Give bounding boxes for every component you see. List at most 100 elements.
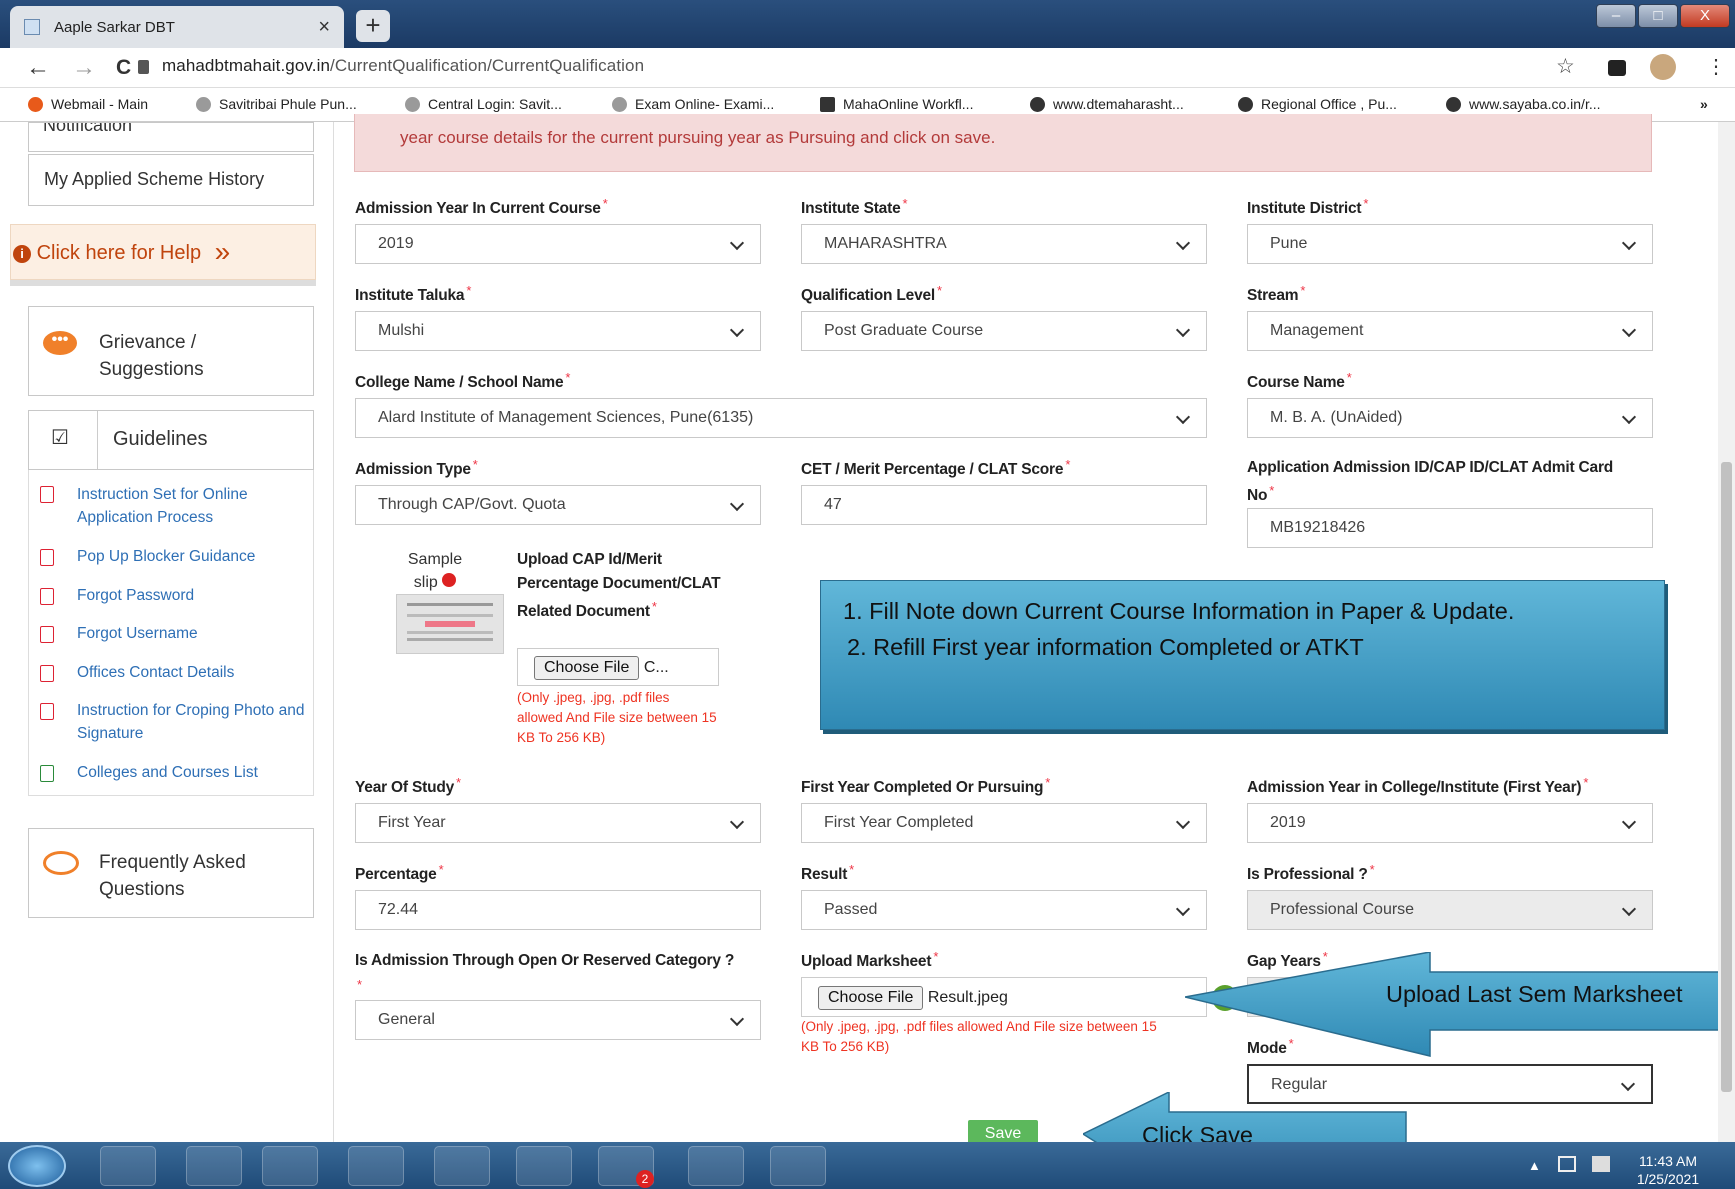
professional-select[interactable]: Professional Course <box>1247 890 1653 930</box>
close-window-button[interactable]: X <box>1680 4 1730 28</box>
ie-icon[interactable] <box>100 1146 156 1186</box>
bookmarks-overflow-button[interactable]: » <box>1700 96 1708 112</box>
chrome-icon[interactable] <box>434 1146 490 1186</box>
bookmark-item[interactable]: Webmail - Main <box>28 96 148 112</box>
marksheet-file-input[interactable]: Choose File Result.jpeg <box>801 977 1207 1017</box>
pdf-icon <box>40 626 54 643</box>
clock[interactable]: 11:43 AM 1/25/2021 <box>1630 1152 1706 1188</box>
forward-button[interactable]: → <box>72 54 96 82</box>
guideline-link[interactable]: Forgot Password <box>77 584 307 607</box>
taskbar <box>0 1142 1735 1189</box>
chrome-icon[interactable] <box>516 1146 572 1186</box>
bookmark-item[interactable]: www.sayaba.co.in/r... <box>1446 96 1601 112</box>
network-icon[interactable] <box>1558 1156 1576 1172</box>
scrollbar-thumb[interactable] <box>1721 462 1732 1092</box>
course-select[interactable]: M. B. A. (UnAided) <box>1247 398 1653 438</box>
first-year-admission-select[interactable]: 2019 <box>1247 803 1653 843</box>
page-favicon-icon <box>24 19 40 35</box>
qualification-level-select[interactable]: Post Graduate Course <box>801 311 1207 351</box>
upload-callout-text: Upload Last Sem Marksheet <box>1386 981 1683 1007</box>
grievance-label: Grievance / Suggestions <box>99 332 204 380</box>
field-label: Admission Year in College/Institute (Fir… <box>1247 775 1589 796</box>
institute-state-select[interactable]: MAHARASHTRA <box>801 224 1207 264</box>
stream-select[interactable]: Management <box>1247 311 1653 351</box>
field-label: College Name / School Name * <box>355 370 571 391</box>
chevron-down-icon <box>442 573 457 587</box>
guideline-link[interactable]: Instruction for Croping Photo and Signat… <box>77 699 317 745</box>
sidebar-item-notification[interactable]: Notification <box>28 122 314 152</box>
choose-file-button[interactable]: Choose File <box>818 986 924 1010</box>
menu-icon[interactable]: ⋮ <box>1706 54 1726 79</box>
profile-avatar[interactable] <box>1650 54 1676 80</box>
reload-button[interactable]: C <box>116 56 131 80</box>
new-tab-button[interactable]: + <box>356 10 390 42</box>
admission-type-select[interactable]: Through CAP/Govt. Quota <box>355 485 761 525</box>
browser-tab[interactable]: Aaple Sarkar DBT × <box>10 6 344 48</box>
guideline-link[interactable]: Pop Up Blocker Guidance <box>77 545 307 568</box>
start-button[interactable] <box>8 1145 66 1187</box>
double-chevron-icon: » <box>214 236 231 267</box>
info-icon: i <box>13 245 31 263</box>
tab-close-icon[interactable]: × <box>318 16 330 39</box>
year-of-study-select[interactable]: First Year <box>355 803 761 843</box>
powerpoint-icon[interactable] <box>770 1146 826 1186</box>
field-label: Institute State * <box>801 196 908 217</box>
application-id-input[interactable]: MB19218426 <box>1247 508 1653 548</box>
lock-icon[interactable] <box>138 60 149 74</box>
pdf-icon <box>40 588 54 605</box>
institute-taluka-select[interactable]: Mulshi <box>355 311 761 351</box>
field-label: Admission Type * <box>355 457 478 478</box>
speech-bubble-icon <box>43 851 79 875</box>
help-link[interactable]: i Click here for Help » <box>10 224 316 280</box>
college-select[interactable]: Alard Institute of Management Sciences, … <box>355 398 1207 438</box>
star-icon[interactable]: ☆ <box>1556 54 1575 79</box>
admission-year-select[interactable]: 2019 <box>355 224 761 264</box>
minimize-button[interactable]: – <box>1596 4 1636 28</box>
maximize-button[interactable]: □ <box>1638 4 1678 28</box>
bookmark-item[interactable]: MahaOnline Workfl... <box>820 96 973 112</box>
guideline-link[interactable]: Colleges and Courses List <box>77 761 307 784</box>
first-year-status-select[interactable]: First Year Completed <box>801 803 1207 843</box>
institute-district-select[interactable]: Pune <box>1247 224 1653 264</box>
faq-box[interactable]: Frequently Asked Questions <box>28 828 314 918</box>
guideline-link[interactable]: Offices Contact Details <box>77 661 307 684</box>
field-label: Qualification Level * <box>801 283 942 304</box>
field-label: Institute Taluka * <box>355 283 472 304</box>
choose-file-button[interactable]: Choose File <box>534 656 640 680</box>
folder-icon[interactable] <box>186 1146 242 1186</box>
sidebar-item-applied-history[interactable]: My Applied Scheme History <box>28 154 314 206</box>
cap-file-input[interactable]: Choose File C... <box>517 648 719 686</box>
action-center-icon[interactable] <box>1592 1156 1610 1172</box>
sample-slip-image[interactable] <box>396 594 504 654</box>
bookmark-item[interactable]: Exam Online- Exami... <box>612 96 774 112</box>
guideline-link[interactable]: Instruction Set for Online Application P… <box>77 483 307 529</box>
instruction-callout: 1. Fill Note down Current Course Informa… <box>820 580 1665 730</box>
media-player-icon[interactable] <box>262 1146 318 1186</box>
divider <box>10 280 316 286</box>
firefox-icon[interactable] <box>348 1146 404 1186</box>
bookmark-item[interactable]: Regional Office , Pu... <box>1238 96 1397 112</box>
bookmark-item[interactable]: Savitribai Phule Pun... <box>196 96 357 112</box>
word-icon[interactable] <box>688 1146 744 1186</box>
field-label: Application Admission ID/CAP ID/CLAT Adm… <box>1247 459 1614 504</box>
tab-title: Aaple Sarkar DBT <box>54 18 175 36</box>
bookmark-item[interactable]: www.dtemaharasht... <box>1030 96 1184 112</box>
field-label: Course Name * <box>1247 370 1352 391</box>
percentage-input[interactable]: 72.44 <box>355 890 761 930</box>
guideline-link[interactable]: Forgot Username <box>77 622 307 645</box>
grievance-box[interactable]: ••• Grievance / Suggestions <box>28 306 314 396</box>
url-field[interactable]: mahadbtmahait.gov.in/CurrentQualificatio… <box>162 56 644 76</box>
extension-icon[interactable] <box>1608 60 1626 76</box>
category-select[interactable]: General <box>355 1000 761 1040</box>
cet-input[interactable]: 47 <box>801 485 1207 525</box>
tray-expand-icon[interactable]: ▲ <box>1528 1158 1541 1173</box>
scrollbar[interactable] <box>1718 122 1735 1142</box>
help-label: Click here for Help <box>36 242 202 264</box>
sample-slip-label[interactable]: Sample slip <box>400 548 470 594</box>
bookmark-item[interactable]: Central Login: Savit... <box>405 96 562 112</box>
back-button[interactable]: ← <box>26 54 50 82</box>
result-select[interactable]: Passed <box>801 890 1207 930</box>
file-hint: (Only .jpeg, .jpg, .pdf files allowed An… <box>801 1019 1157 1054</box>
faq-label: Frequently Asked Questions <box>99 852 246 900</box>
field-label: Upload Marksheet * <box>801 949 939 970</box>
